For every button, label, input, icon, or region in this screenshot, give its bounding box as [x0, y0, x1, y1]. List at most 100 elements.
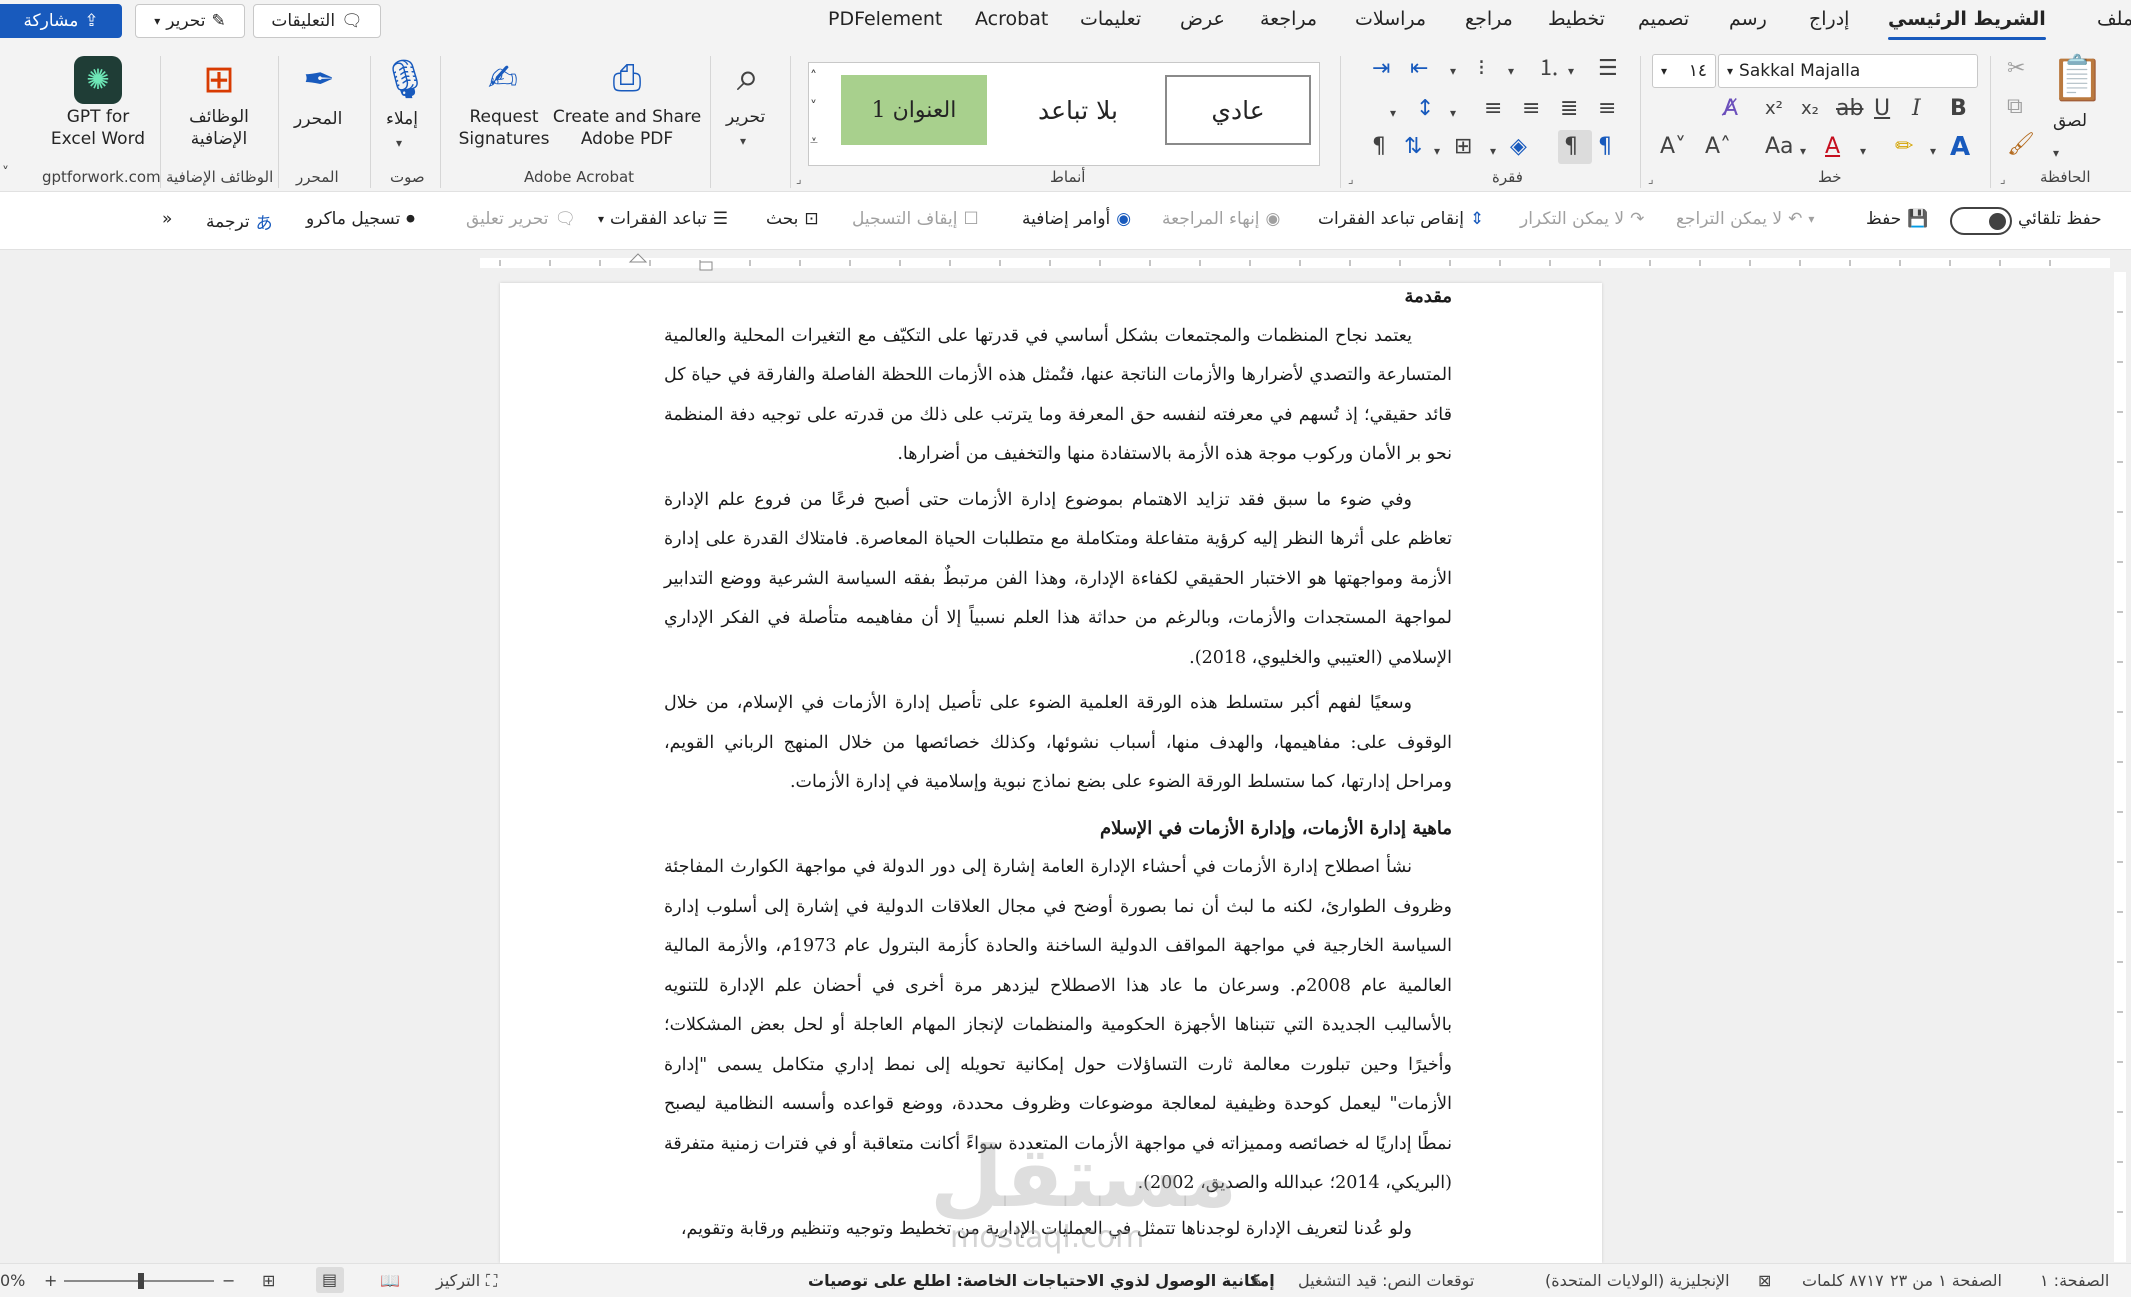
create-share-pdf-button[interactable]: Create and Share Adobe PDF: [552, 106, 702, 150]
save-button[interactable]: حفظ 💾: [1866, 209, 1928, 229]
tab-help[interactable]: تعليمات: [1080, 8, 1141, 30]
addins-grid-icon[interactable]: ⊞: [194, 54, 244, 104]
chevron-down-icon[interactable]: ▾: [1860, 138, 1866, 164]
dialog-launcher-icon[interactable]: ⌟: [1648, 172, 1654, 186]
editor-button-label[interactable]: المحرر: [294, 108, 342, 130]
tab-layout[interactable]: تخطيط: [1548, 8, 1605, 30]
addins-button-label[interactable]: الوظائف الإضافية: [174, 106, 264, 150]
chevron-down-icon[interactable]: ▾: [1800, 138, 1806, 164]
dialog-launcher-icon[interactable]: ⌟: [2000, 172, 2006, 186]
accessibility-status[interactable]: إمكانية الوصول لذوي الاحتياجات الخاصة: ا…: [808, 1271, 1275, 1290]
zoom-slider[interactable]: [64, 1273, 214, 1289]
language-indicator[interactable]: الإنجليزية (الولايات المتحدة): [1545, 1271, 1730, 1290]
collapse-ribbon-icon[interactable]: ˅: [2, 160, 9, 186]
tab-insert[interactable]: إدراج: [1809, 8, 1849, 30]
horizontal-ruler[interactable]: [480, 252, 2110, 272]
italic-icon[interactable]: I: [1912, 96, 1921, 122]
copy-icon[interactable]: ⧉: [2007, 94, 2023, 120]
edit-comment-button[interactable]: تحرير تعليق 🗨: [466, 209, 576, 229]
numbering-icon[interactable]: ⒈: [1538, 56, 1560, 82]
dialog-launcher-icon[interactable]: ⌟: [1348, 172, 1354, 186]
tab-acrobat[interactable]: Acrobat: [975, 8, 1048, 30]
tab-review[interactable]: مراجعة: [1260, 8, 1317, 30]
share-button[interactable]: مشاركة ⇪: [0, 4, 122, 38]
dialog-launcher-icon[interactable]: ⌟: [796, 172, 802, 186]
document-page[interactable]: مقدمة يعتمد نجاح المنظمات والمجتمعات بشك…: [500, 283, 1602, 1263]
gpt-logo-icon[interactable]: ✺: [74, 56, 122, 104]
shrink-font-icon[interactable]: A˅: [1660, 134, 1686, 160]
align-left-icon[interactable]: ≡: [1484, 96, 1502, 122]
font-size-combo[interactable]: ▾ ١٤: [1652, 54, 1716, 88]
change-case-icon[interactable]: Aa: [1765, 134, 1794, 160]
dictate-button-label[interactable]: إملاء: [386, 108, 418, 130]
chevron-down-icon[interactable]: ▾: [1434, 138, 1440, 164]
chevron-down-icon[interactable]: ▾: [1450, 58, 1456, 84]
chevron-down-icon[interactable]: ▾: [1450, 100, 1456, 126]
paste-icon[interactable]: 📋: [2050, 54, 2105, 104]
read-mode-icon[interactable]: 📖: [380, 1271, 400, 1290]
decrease-spacing-button[interactable]: إنقاص تباعد الفقرات ⇕: [1318, 209, 1484, 229]
overflow-icon[interactable]: »: [162, 209, 172, 229]
font-color-icon[interactable]: A: [1825, 134, 1840, 160]
chevron-down-icon[interactable]: ▾: [1930, 138, 1936, 164]
editing-button-label[interactable]: تحرير: [726, 106, 765, 128]
ltr-direction-button[interactable]: ¶: [1558, 130, 1592, 164]
record-macro-button[interactable]: تسجيل ماكرو ⏺: [306, 209, 415, 229]
line-spacing-icon[interactable]: ↕: [1416, 96, 1434, 122]
zoom-slider-thumb[interactable]: [138, 1273, 144, 1289]
editor-pen-icon[interactable]: ✒: [294, 54, 344, 104]
superscript-icon[interactable]: x²: [1765, 96, 1783, 122]
document-body[interactable]: مقدمة يعتمد نجاح المنظمات والمجتمعات بشك…: [664, 283, 1452, 1249]
search-button[interactable]: بحث ⊡: [766, 209, 819, 229]
gallery-more-icon[interactable]: ⩡: [810, 128, 818, 154]
print-layout-button[interactable]: ▤: [316, 1267, 344, 1293]
comments-button[interactable]: التعليقات 🗨: [253, 4, 381, 38]
bullets-icon[interactable]: ⁝: [1478, 56, 1485, 82]
style-heading-1[interactable]: العنوان 1: [841, 75, 987, 145]
borders-icon[interactable]: ⊞: [1454, 134, 1472, 160]
focus-mode-button[interactable]: التركيز: [436, 1271, 480, 1290]
translate-button[interactable]: ترجمة あ: [206, 209, 273, 235]
chevron-down-icon[interactable]: ▾: [1490, 138, 1496, 164]
align-center-icon[interactable]: ≡: [1522, 96, 1540, 122]
chevron-down-icon[interactable]: ▾: [740, 128, 746, 154]
increase-indent-icon[interactable]: ⇥: [1372, 56, 1390, 82]
sort-icon[interactable]: ⇅: [1404, 134, 1422, 160]
microphone-icon[interactable]: 🎙: [380, 54, 430, 104]
paste-button-label[interactable]: لصق: [2053, 110, 2087, 132]
editing-mode-button[interactable]: ▾ تحرير ✎: [135, 4, 245, 38]
zoom-in-icon[interactable]: +: [44, 1271, 57, 1290]
web-layout-icon[interactable]: ⊞: [262, 1271, 275, 1290]
text-predictions-status[interactable]: توقعات النص: قيد التشغيل: [1298, 1271, 1474, 1290]
tab-file[interactable]: ملف: [2097, 8, 2131, 30]
signature-icon[interactable]: ✍: [478, 54, 528, 104]
proofing-icon[interactable]: ⊠: [1758, 1271, 1771, 1290]
strikethrough-icon[interactable]: ab: [1836, 96, 1863, 122]
tab-design[interactable]: تصميم: [1638, 8, 1689, 30]
tab-home[interactable]: الشريط الرئيسي: [1888, 8, 2046, 40]
style-no-spacing[interactable]: بلا تباعد: [1005, 75, 1151, 145]
justify-icon[interactable]: ≣: [1560, 96, 1578, 122]
cut-icon[interactable]: ✂: [2007, 56, 2025, 82]
vertical-ruler[interactable]: [2108, 272, 2131, 1262]
end-review-button[interactable]: إنهاء المراجعة ◉: [1162, 209, 1280, 229]
page-count[interactable]: الصفحة ١ من ٢٣: [1890, 1271, 2002, 1290]
page-number[interactable]: الصفحة: ١: [2040, 1271, 2109, 1290]
more-commands-button[interactable]: أوامر إضافية ◉: [1022, 209, 1131, 229]
redo-button[interactable]: لا يمكن التكرار ↷: [1520, 209, 1644, 229]
underline-icon[interactable]: U: [1874, 96, 1890, 122]
chevron-down-icon[interactable]: ▾: [1390, 100, 1396, 126]
zoom-level[interactable]: 0%: [0, 1271, 25, 1290]
autosave-toggle[interactable]: [1950, 207, 2012, 235]
zoom-out-icon[interactable]: −: [222, 1271, 235, 1290]
highlight-icon[interactable]: ✏: [1895, 134, 1913, 160]
search-icon[interactable]: ⌕: [722, 52, 774, 102]
focus-icon[interactable]: ⛶: [486, 1271, 497, 1291]
chevron-down-icon[interactable]: ▾: [2053, 140, 2059, 166]
multilevel-list-icon[interactable]: ☰: [1598, 56, 1618, 82]
chevron-down-icon[interactable]: ▾: [396, 130, 402, 156]
grow-font-icon[interactable]: A˄: [1705, 134, 1731, 160]
shading-icon[interactable]: ◈: [1510, 134, 1527, 160]
request-signatures-button[interactable]: Request Signatures: [458, 106, 550, 150]
tab-view[interactable]: عرض: [1180, 8, 1225, 30]
